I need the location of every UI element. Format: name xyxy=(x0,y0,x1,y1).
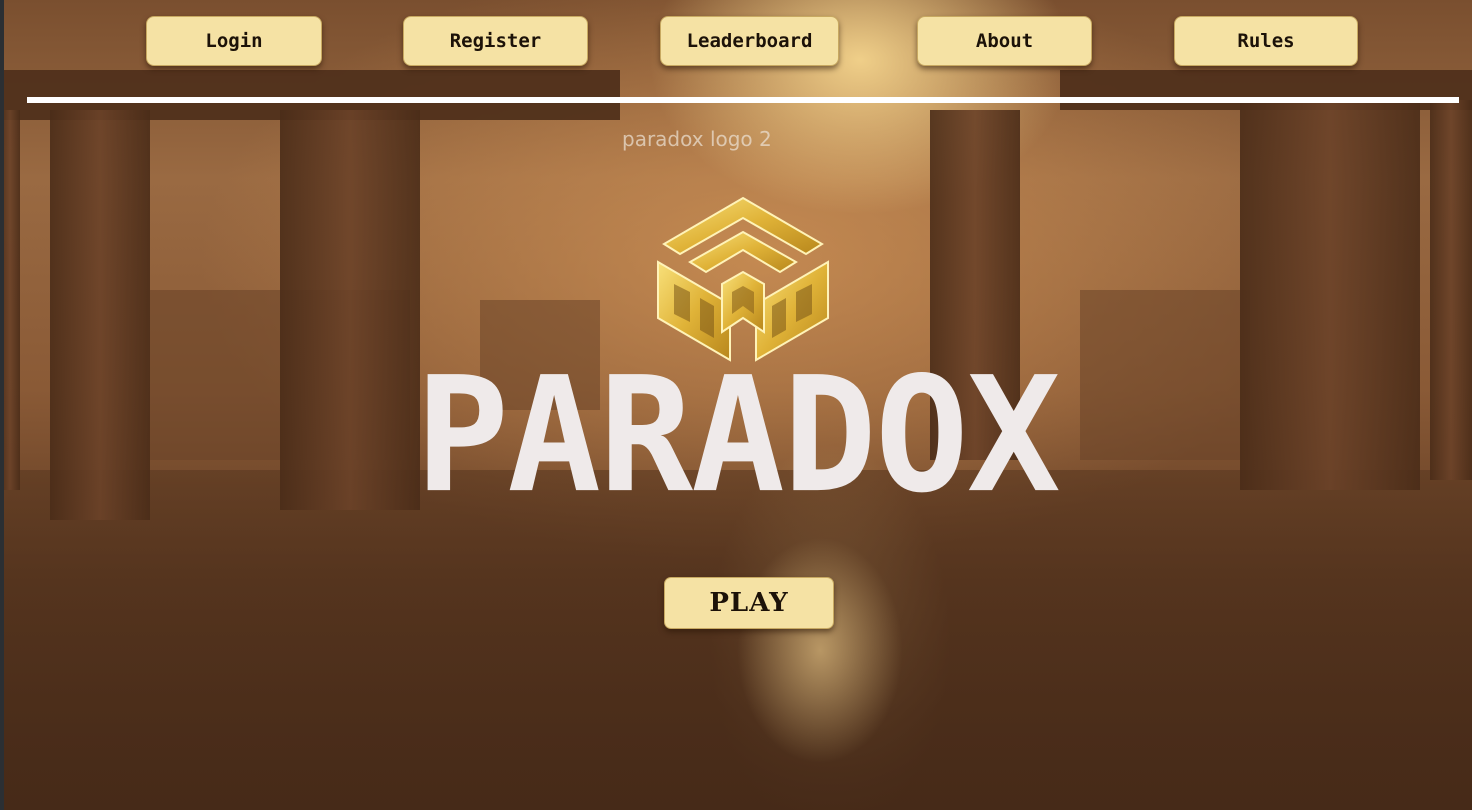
register-button[interactable]: Register xyxy=(403,16,588,66)
login-button[interactable]: Login xyxy=(146,16,322,66)
pillar xyxy=(50,110,150,520)
pillar xyxy=(1430,100,1472,480)
leaderboard-button[interactable]: Leaderboard xyxy=(660,16,839,66)
rules-button[interactable]: Rules xyxy=(1174,16,1358,66)
nav-divider xyxy=(27,97,1459,103)
top-nav: Login Register Leaderboard About Rules xyxy=(0,0,1472,90)
about-button[interactable]: About xyxy=(917,16,1092,66)
paradox-wordmark: PARADOX xyxy=(415,342,1060,528)
logo-alt-text: paradox logo 2 xyxy=(622,127,772,151)
pillar xyxy=(1240,100,1420,490)
window-edge xyxy=(0,0,4,810)
play-button[interactable]: PLAY xyxy=(664,577,834,629)
water-reflection xyxy=(690,520,950,810)
distant-pavilion-right xyxy=(1080,290,1250,460)
